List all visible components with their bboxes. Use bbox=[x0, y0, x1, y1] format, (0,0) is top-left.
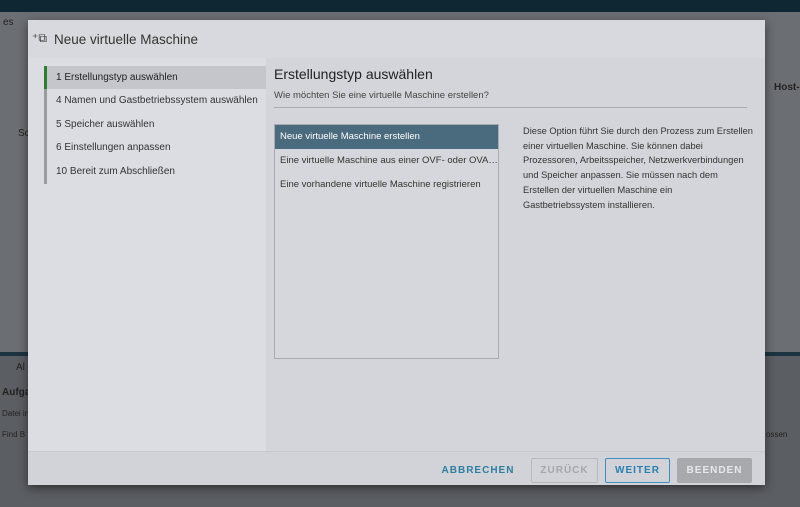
bg-tasks-title: Aufga bbox=[2, 387, 31, 398]
finish-button[interactable]: BEENDEN bbox=[677, 458, 752, 483]
step-item[interactable]: 1 Erstellungstyp auswählen bbox=[47, 66, 266, 89]
cancel-button[interactable]: ABBRECHEN bbox=[438, 458, 518, 483]
new-vm-dialog: ⁺⧉ Neue virtuelle Maschine 1 Erstellungs… bbox=[28, 20, 765, 485]
step-item[interactable]: 10 Bereit zum Abschließen bbox=[47, 160, 266, 183]
bg-link[interactable]: ossen bbox=[766, 430, 787, 439]
bg-panel-title: Al bbox=[16, 362, 25, 373]
step-item[interactable]: 4 Namen und Gastbetriebssystem auswählen bbox=[47, 89, 266, 112]
step-item[interactable]: 6 Einstellungen anpassen bbox=[47, 136, 266, 159]
option-register-vm[interactable]: Eine vorhandene virtuelle Maschine regis… bbox=[275, 173, 498, 197]
step-item[interactable]: 5 Speicher auswählen bbox=[47, 113, 266, 136]
bg-task-row: Find B bbox=[2, 430, 26, 439]
dialog-titlebar: ⁺⧉ Neue virtuelle Maschine bbox=[28, 20, 765, 58]
bg-breadcrumb: es bbox=[3, 17, 14, 28]
app-header bbox=[0, 0, 800, 12]
option-description: Diese Option führt Sie durch den Prozess… bbox=[523, 126, 753, 210]
step-content: Erstellungstyp auswählen Wie möchten Sie… bbox=[274, 58, 753, 359]
back-button[interactable]: ZURÜCK bbox=[531, 458, 598, 483]
bg-task-row: Datei in bbox=[2, 409, 30, 418]
dialog-footer: ABBRECHEN ZURÜCK WEITER BEENDEN bbox=[28, 451, 765, 485]
option-new-vm[interactable]: Neue virtuelle Maschine erstellen bbox=[275, 125, 498, 149]
step-subtitle: Wie möchten Sie eine virtuelle Maschine … bbox=[274, 90, 747, 108]
new-vm-icon: ⁺⧉ bbox=[32, 31, 47, 45]
next-button[interactable]: WEITER bbox=[605, 458, 670, 483]
option-deploy-ovf[interactable]: Eine virtuelle Maschine aus einer OVF- o… bbox=[275, 149, 498, 173]
dialog-title: Neue virtuelle Maschine bbox=[54, 31, 199, 47]
bg-column-host: Host- bbox=[774, 82, 800, 93]
wizard-steps: 1 Erstellungstyp auswählen 4 Namen und G… bbox=[28, 58, 266, 451]
creation-type-list: Neue virtuelle Maschine erstellen Eine v… bbox=[274, 124, 499, 359]
step-heading: Erstellungstyp auswählen bbox=[274, 66, 433, 82]
